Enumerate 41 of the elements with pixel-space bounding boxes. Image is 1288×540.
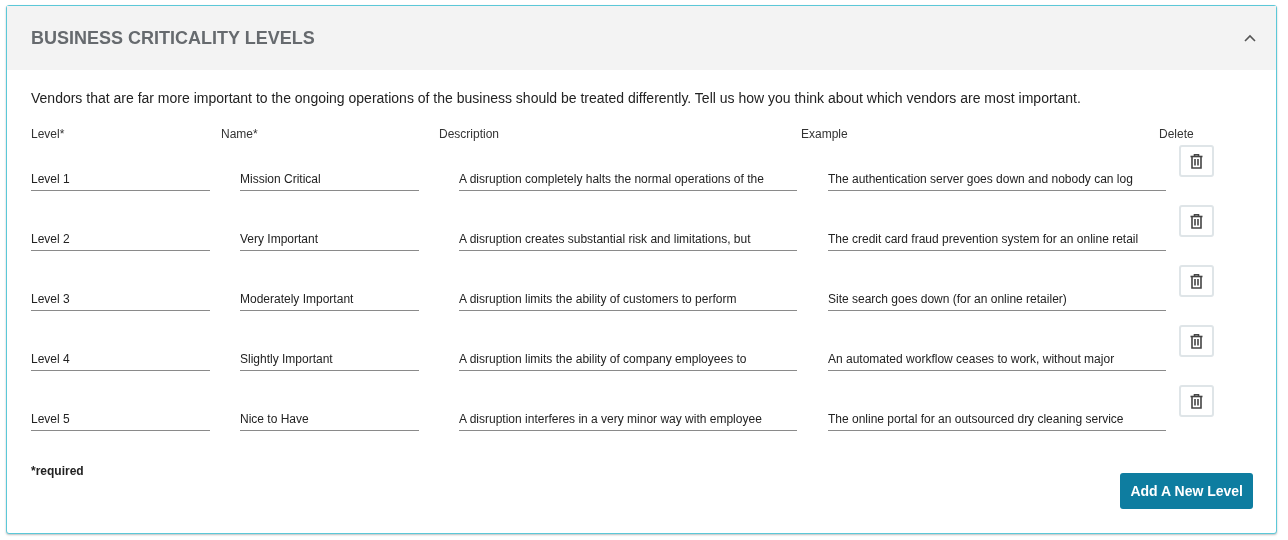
intro-text: Vendors that are far more important to the ongoing operations of the business should be treated differently. Tell us how you think about which vendors are most important. xyxy=(31,89,1082,108)
level-field[interactable]: Level 2 xyxy=(31,229,210,251)
delete-button[interactable] xyxy=(1179,265,1214,297)
column-header: Level* xyxy=(31,126,66,143)
name-field[interactable]: Very Important xyxy=(240,229,419,251)
description-field[interactable]: A disruption limits the ability of customers to perform xyxy=(459,289,797,311)
trash-icon xyxy=(1190,273,1203,289)
name-field[interactable]: Mission Critical xyxy=(240,169,419,191)
description-field[interactable]: A disruption completely halts the normal operations of the xyxy=(459,169,797,191)
name-field[interactable]: Slightly Important xyxy=(240,349,419,371)
column-header: Description xyxy=(439,126,501,143)
required-note: *required xyxy=(31,463,84,480)
example-field[interactable]: An automated workflow ceases to work, without major xyxy=(828,349,1166,371)
trash-icon xyxy=(1190,393,1203,409)
example-field[interactable]: The online portal for an outsourced dry cleaning service xyxy=(828,409,1166,431)
level-field[interactable]: Level 5 xyxy=(31,409,210,431)
column-header: Delete xyxy=(1159,126,1194,143)
level-field[interactable]: Level 4 xyxy=(31,349,210,371)
add-level-button[interactable]: Add A New Level xyxy=(1120,473,1253,509)
description-field[interactable]: A disruption creates substantial risk and limitations, but xyxy=(459,229,797,251)
example-field[interactable]: The authentication server goes down and nobody can log xyxy=(828,169,1166,191)
description-field[interactable]: A disruption interferes in a very minor way with employee xyxy=(459,409,797,431)
panel-header[interactable]: BUSINESS CRITICALITY LEVELS xyxy=(7,6,1276,70)
description-field[interactable]: A disruption limits the ability of company employees to xyxy=(459,349,797,371)
trash-icon xyxy=(1190,153,1203,169)
example-field[interactable]: Site search goes down (for an online retailer) xyxy=(828,289,1166,311)
name-field[interactable]: Moderately Important xyxy=(240,289,419,311)
trash-icon xyxy=(1190,213,1203,229)
collapse-chevron-icon[interactable] xyxy=(1244,34,1256,42)
panel-title: BUSINESS CRITICALITY LEVELS xyxy=(31,26,315,50)
level-field[interactable]: Level 3 xyxy=(31,289,210,311)
delete-button[interactable] xyxy=(1179,205,1214,237)
level-field[interactable]: Level 1 xyxy=(31,169,210,191)
delete-button[interactable] xyxy=(1179,145,1214,177)
column-header: Example xyxy=(801,126,849,143)
column-header: Name* xyxy=(221,126,259,143)
delete-button[interactable] xyxy=(1179,325,1214,357)
trash-icon xyxy=(1190,333,1203,349)
delete-button[interactable] xyxy=(1179,385,1214,417)
name-field[interactable]: Nice to Have xyxy=(240,409,419,431)
example-field[interactable]: The credit card fraud prevention system for an online retail xyxy=(828,229,1166,251)
